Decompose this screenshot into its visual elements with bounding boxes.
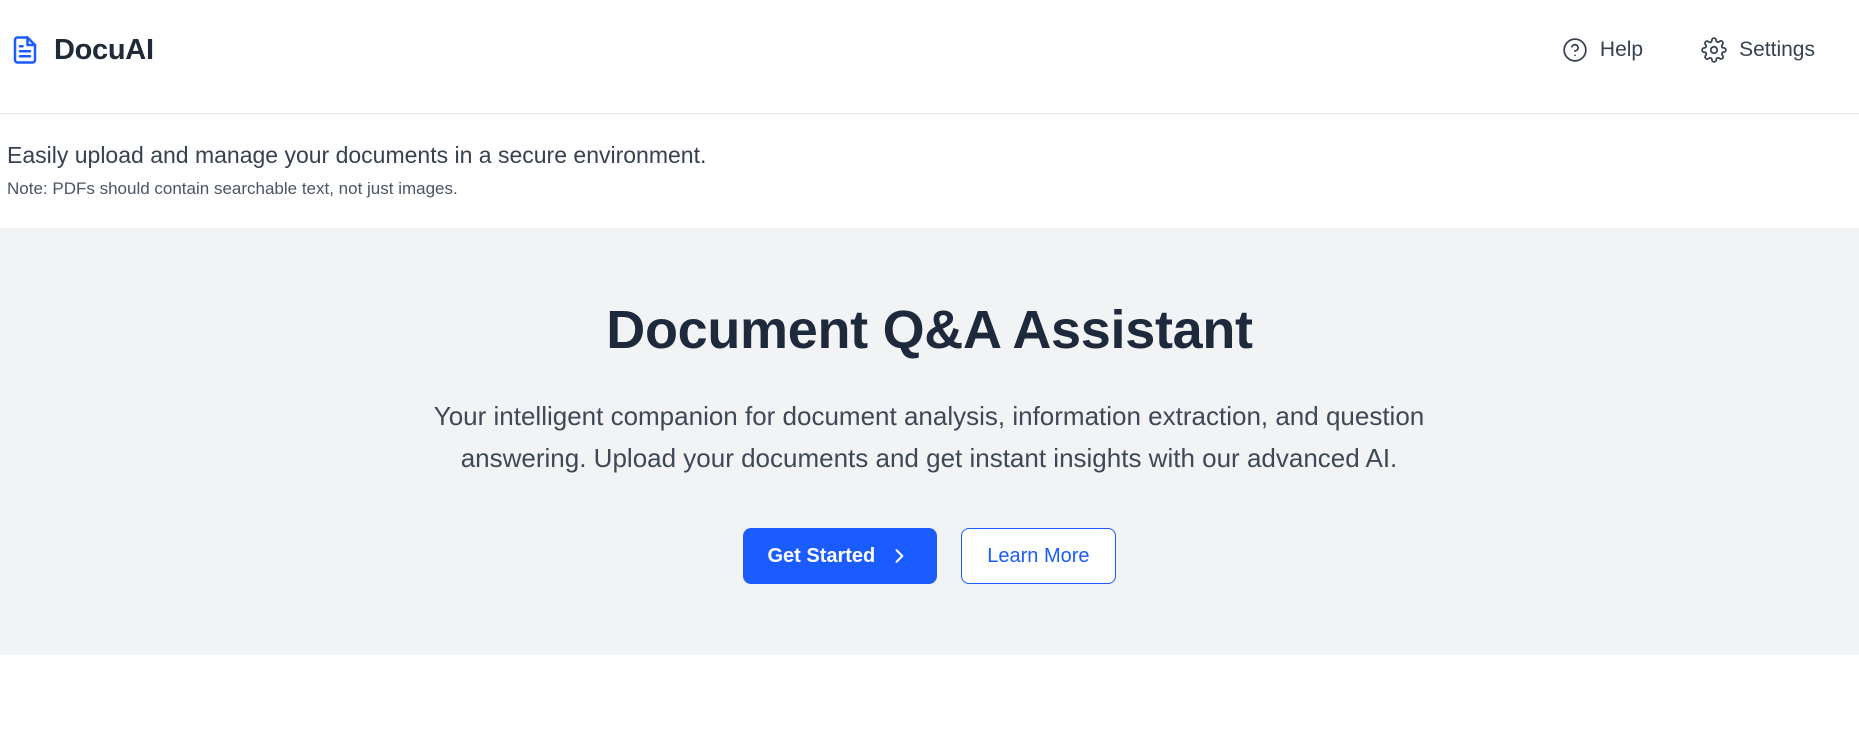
hero-section: Document Q&A Assistant Your intelligent … [0, 228, 1859, 655]
header-nav: Help Settings [1562, 30, 1815, 70]
hero-title: Document Q&A Assistant [606, 300, 1253, 360]
intro-description: Easily upload and manage your documents … [7, 142, 707, 168]
intro-section: Easily upload and manage your documents … [7, 140, 706, 200]
learn-more-button[interactable]: Learn More [961, 528, 1116, 584]
brand-name: DocuAI [54, 33, 154, 66]
settings-label: Settings [1739, 38, 1815, 61]
learn-more-label: Learn More [987, 544, 1090, 567]
gear-icon [1701, 37, 1727, 63]
document-icon [10, 31, 40, 69]
top-navigation-bar: DocuAI Help Settings [0, 0, 1859, 114]
help-circle-icon [1562, 37, 1588, 63]
help-link[interactable]: Help [1562, 37, 1643, 63]
help-label: Help [1599, 38, 1644, 61]
chevron-right-icon [889, 546, 909, 566]
pdf-note: Note: PDFs should contain searchable tex… [7, 179, 458, 198]
brand[interactable]: DocuAI [10, 30, 154, 70]
get-started-label: Get Started [767, 544, 876, 567]
hero-actions: Get Started Learn More [0, 528, 1859, 584]
settings-link[interactable]: Settings [1701, 37, 1815, 63]
hero-description: Your intelligent companion for document … [433, 401, 1425, 473]
get-started-button[interactable]: Get Started [743, 528, 938, 584]
